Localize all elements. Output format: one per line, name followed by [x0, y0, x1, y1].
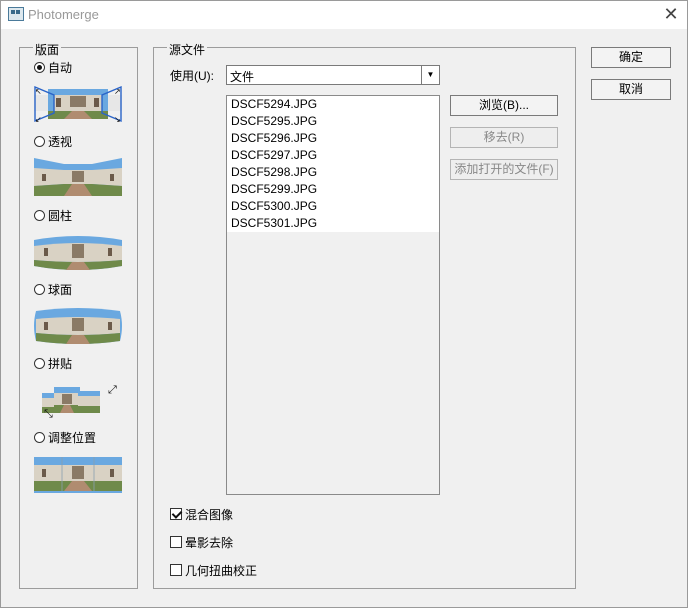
spherical-layout-preview-icon	[34, 308, 122, 344]
radio-collage-label: 拼贴	[48, 356, 73, 371]
chevron-down-icon[interactable]: ▼	[421, 66, 439, 84]
layout-group-label: 版面	[33, 41, 62, 58]
list-item[interactable]: DSCF5294.JPG	[231, 96, 317, 113]
photomerge-app-icon	[8, 7, 24, 21]
collage-layout-preview-icon: ⤡ ⤢	[42, 384, 117, 419]
radio-cylindrical-indicator[interactable]	[34, 209, 45, 221]
ok-button[interactable]: 确定	[591, 47, 671, 68]
svg-text:↙: ↙	[35, 115, 42, 123]
file-list[interactable]: DSCF5294.JPG DSCF5295.JPG DSCF5296.JPG D…	[226, 95, 440, 495]
close-icon[interactable]: ✕	[658, 3, 684, 25]
geometric-distortion-checkbox[interactable]: 几何扭曲校正	[170, 562, 257, 578]
radio-auto-label: 自动	[48, 60, 73, 75]
photomerge-dialog: Photomerge ✕ 版面 自动 ↖ ↗ ↙ ↘ 透视 圆柱 球面 拼贴 ⤡…	[0, 0, 688, 608]
radio-reposition-label: 调整位置	[48, 430, 97, 445]
use-label: 使用(U):	[170, 69, 214, 83]
blend-images-label: 混合图像	[185, 507, 234, 522]
vignette-removal-checkbox[interactable]: 晕影去除	[170, 534, 233, 550]
vignette-removal-check-indicator[interactable]	[170, 536, 182, 548]
list-item[interactable]: DSCF5297.JPG	[231, 147, 317, 164]
radio-spherical[interactable]: 球面	[34, 281, 72, 297]
radio-reposition[interactable]: 调整位置	[34, 429, 96, 445]
svg-text:↗: ↗	[114, 87, 121, 96]
list-item[interactable]: DSCF5295.JPG	[231, 113, 317, 130]
use-select-value: 文件	[230, 70, 255, 84]
blend-images-check-indicator[interactable]	[170, 508, 182, 520]
radio-spherical-label: 球面	[48, 282, 73, 297]
cylindrical-layout-preview-icon	[34, 236, 122, 270]
svg-text:⤡: ⤡	[44, 408, 53, 419]
geometric-distortion-check-indicator[interactable]	[170, 564, 182, 576]
browse-button[interactable]: 浏览(B)...	[450, 95, 558, 116]
window-title: Photomerge	[28, 7, 99, 22]
list-item[interactable]: DSCF5299.JPG	[231, 181, 317, 198]
reposition-layout-preview-icon	[34, 457, 122, 493]
svg-text:⤢: ⤢	[108, 384, 117, 396]
list-item[interactable]: DSCF5300.JPG	[231, 198, 317, 215]
source-files-group-label: 源文件	[167, 41, 208, 58]
cancel-button[interactable]: 取消	[591, 79, 671, 100]
radio-auto[interactable]: 自动	[34, 59, 72, 75]
radio-collage[interactable]: 拼贴	[34, 355, 72, 371]
radio-spherical-indicator[interactable]	[34, 283, 45, 295]
radio-cylindrical[interactable]: 圆柱	[34, 207, 72, 223]
perspective-layout-preview-icon	[34, 158, 122, 196]
radio-cylindrical-label: 圆柱	[48, 208, 73, 223]
radio-perspective[interactable]: 透视	[34, 133, 72, 149]
radio-auto-indicator[interactable]	[34, 61, 45, 73]
radio-collage-indicator[interactable]	[34, 357, 45, 369]
svg-text:↖: ↖	[35, 87, 42, 96]
vignette-removal-label: 晕影去除	[185, 535, 234, 550]
add-open-files-button[interactable]: 添加打开的文件(F)	[450, 159, 558, 180]
remove-button[interactable]: 移去(R)	[450, 127, 558, 148]
list-item[interactable]: DSCF5301.JPG	[231, 215, 317, 232]
blend-images-checkbox[interactable]: 混合图像	[170, 506, 233, 522]
radio-reposition-indicator[interactable]	[34, 431, 45, 443]
use-select[interactable]: 文件 ▼	[226, 65, 440, 85]
list-item[interactable]: DSCF5298.JPG	[231, 164, 317, 181]
svg-text:↘: ↘	[114, 115, 121, 123]
auto-layout-preview-icon: ↖ ↗ ↙ ↘	[34, 85, 122, 123]
list-item[interactable]: DSCF5296.JPG	[231, 130, 317, 147]
radio-perspective-label: 透视	[48, 134, 73, 149]
radio-perspective-indicator[interactable]	[34, 135, 45, 147]
geometric-distortion-label: 几何扭曲校正	[185, 563, 258, 578]
title-bar: Photomerge ✕	[1, 1, 687, 29]
